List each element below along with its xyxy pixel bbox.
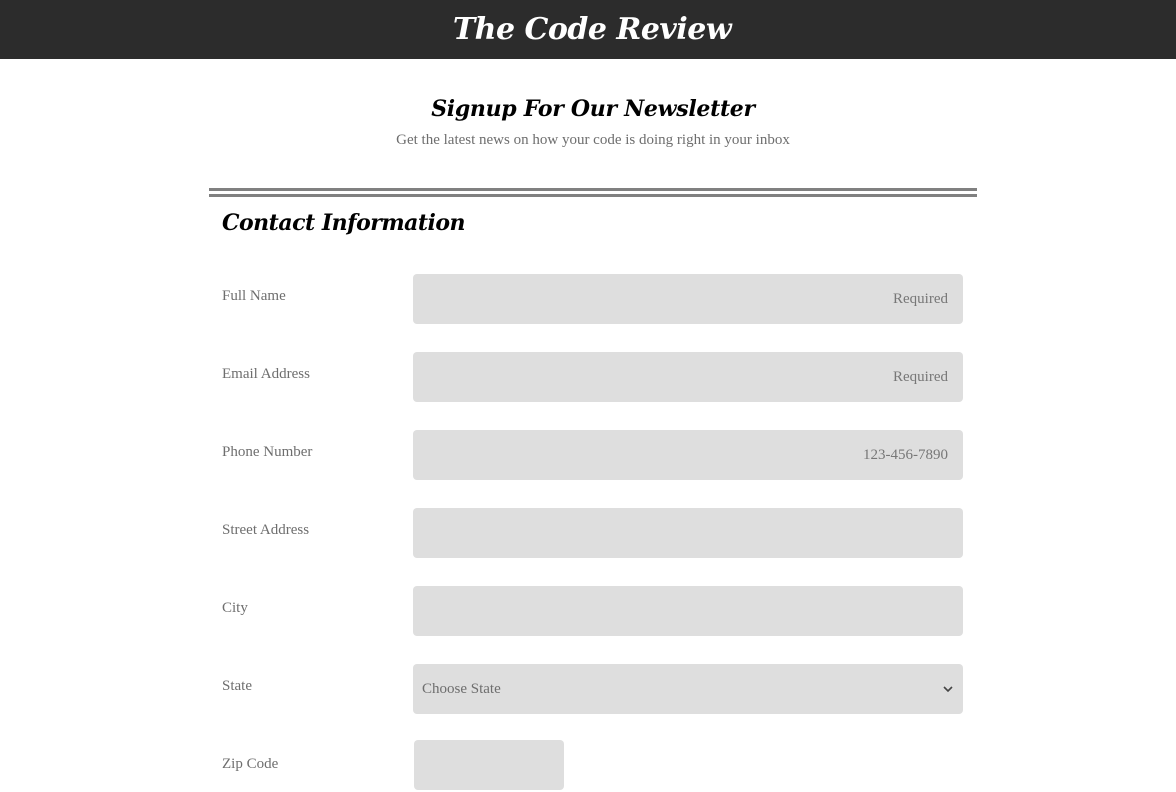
full-name-input[interactable] [413,274,963,324]
email-input[interactable] [413,352,963,402]
state-row: State Choose State [222,664,963,714]
phone-label: Phone Number [222,444,313,460]
street-input[interactable] [413,508,963,558]
newsletter-heading: Signup For Our Newsletter [431,96,755,122]
state-select[interactable]: Choose State [413,664,963,714]
full-name-row: Full Name [222,274,963,324]
city-row: City [222,586,963,636]
phone-input[interactable] [413,430,963,480]
state-label: State [222,678,252,694]
site-title: The Code Review [452,12,732,47]
newsletter-subheading: Get the latest news on how your code is … [396,132,790,148]
full-name-label: Full Name [222,288,286,304]
section-divider [209,188,977,197]
zip-label: Zip Code [222,756,279,772]
city-input[interactable] [413,586,963,636]
email-row: Email Address [222,352,963,402]
state-select-value: Choose State [422,680,501,697]
chevron-down-icon [942,683,954,695]
street-row: Street Address [222,508,963,558]
newsletter-intro: Signup For Our Newsletter Get the latest… [0,96,1176,149]
street-label: Street Address [222,522,310,538]
contact-section-title: Contact Information [222,210,466,236]
phone-row: Phone Number [222,430,963,480]
site-header: The Code Review [0,0,1176,59]
city-label: City [222,600,248,616]
email-label: Email Address [222,366,310,382]
zip-row: Zip Code [222,740,963,792]
